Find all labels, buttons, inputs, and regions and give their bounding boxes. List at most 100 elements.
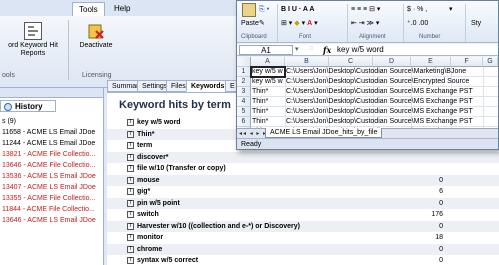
status-bar: Ready <box>237 138 498 149</box>
keyword-hit-count: 18 <box>435 234 443 241</box>
name-box-dropdown-icon[interactable]: ▾ <box>295 45 299 53</box>
keyword-row[interactable]: Tpin w/5 point 0 <box>107 197 499 209</box>
cell-file-path[interactable]: C:\Users\Jon\Desktop\Custodian Source\MS… <box>285 87 498 97</box>
column-header-b[interactable]: B <box>285 57 329 67</box>
keyword-term: key w/5 word <box>137 119 181 126</box>
number-format-buttons[interactable]: $ · % , <box>407 5 427 14</box>
deactivate-button[interactable]: Deactivate <box>72 22 120 50</box>
keyword-row[interactable]: Tmouse 0 <box>107 174 499 186</box>
formula-bar: A1 ▾ ◌ fx key w/5 word <box>237 44 498 56</box>
font-style-buttons[interactable]: B I U · A A <box>281 5 314 14</box>
keyword-term: file w/10 (Transfer or copy) <box>137 165 226 172</box>
history-item[interactable]: 11244 - ACME LS Email JDoe <box>0 138 104 149</box>
excel-window: Paste ⎘ ▾ ✎ B I U · A A ⊞ ▾ ◆ ▾ A ▾ ≡ ≡ … <box>236 0 499 150</box>
group-label-font: Font <box>299 34 312 40</box>
cell-keyword[interactable]: key w/5 w <box>251 77 285 87</box>
formula-input[interactable]: key w/5 word <box>337 45 384 55</box>
cell-file-path[interactable]: C:\Users\Jon\Desktop\Custodian Source\MS… <box>285 117 498 127</box>
row-header[interactable]: 5 <box>237 107 251 117</box>
column-header-c[interactable]: C <box>329 57 373 67</box>
row-header[interactable]: 3 <box>237 87 251 97</box>
row-header[interactable]: 1 <box>237 67 251 77</box>
keyword-term: pin w/5 point <box>137 199 180 207</box>
row-header[interactable]: 4 <box>237 97 251 107</box>
align-icons[interactable]: ≡ ≡ ≡ ⊟ ▾ <box>351 5 380 14</box>
cell-keyword[interactable]: Thin* <box>251 107 285 117</box>
keyword-term: discover* <box>137 153 169 161</box>
group-label-tools: ools <box>2 72 15 79</box>
cell-keyword[interactable]: Thin* <box>251 97 285 107</box>
history-tab[interactable]: History <box>0 100 56 112</box>
keyword-term: monitor <box>137 234 164 241</box>
keyword-hit-count: 0 <box>439 257 443 264</box>
tab-help[interactable]: Help <box>108 2 136 16</box>
history-item[interactable]: 11658 - ACME LS Email JDoe <box>0 127 104 138</box>
keyword-hit-count: 0 <box>439 245 443 253</box>
paste-button[interactable]: Paste <box>241 19 259 28</box>
row-header[interactable]: 2 <box>237 77 251 87</box>
cell-file-path[interactable]: C:\Users\Jon\Desktop\Custodian Source\MS… <box>285 97 498 107</box>
cell-keyword[interactable]: Thin* <box>251 117 285 127</box>
cell-file-path[interactable]: C:\Users\Jon\Desktop\Custodian Source\En… <box>285 77 498 87</box>
keyword-hit-reports-button[interactable]: ord Keyword Hit Reports <box>0 22 66 58</box>
keyword-term: Thin* <box>137 130 155 138</box>
row-header[interactable]: 6 <box>237 117 251 127</box>
keyword-row[interactable]: Tgig* 6 <box>107 186 499 197</box>
keyword-icon: T <box>127 176 134 184</box>
keyword-row[interactable]: T Harvester w/10 ((collection and e-*) or… <box>107 220 499 232</box>
name-box[interactable]: A1 <box>239 45 293 55</box>
format-painter-icon[interactable]: ✎ <box>259 19 265 28</box>
function-icon[interactable]: fx <box>323 45 331 55</box>
keyword-row[interactable]: Tchrome 0 <box>107 243 499 255</box>
selected-cell-a1[interactable]: key w/5 w <box>250 66 286 78</box>
history-item[interactable]: 13407 - ACME LS Email JDoe <box>0 182 104 193</box>
history-item[interactable]: 13536 - ACME LS Email JDoe <box>0 171 104 182</box>
sheet-tab[interactable]: ACME LS Email JDoe_hits_by_file <box>265 128 383 138</box>
keyword-term: Harvester w/10 ((collection and e-*) or … <box>137 222 300 230</box>
group-label-alignment: Alignment <box>359 34 386 40</box>
formula-divider-icon: ◌ <box>309 45 314 52</box>
number-dialog-icon[interactable]: ▾ <box>449 5 453 14</box>
cell-keyword[interactable]: Thin* <box>251 87 285 97</box>
history-item[interactable]: 11844 - ACME File Collectio... <box>0 204 104 215</box>
column-header-a[interactable]: A <box>251 57 285 67</box>
keyword-term: term <box>137 142 153 149</box>
keyword-row[interactable]: Tdiscover* <box>107 151 499 163</box>
keyword-row[interactable]: Tswitch 176 <box>107 209 499 220</box>
tab-tools[interactable]: Tools <box>72 2 105 16</box>
history-group[interactable]: s (9) <box>0 116 104 127</box>
keyword-term: gig* <box>137 188 151 195</box>
history-item[interactable]: 13821 - ACME File Collectio... <box>0 149 104 160</box>
cell-file-path[interactable]: C:\Users\Jon\Desktop\Custodian Source\Ma… <box>285 67 498 77</box>
keyword-hit-count: 176 <box>431 211 443 218</box>
panel-header <box>0 88 103 98</box>
cell-file-path[interactable]: C:\Users\Jon\Desktop\Custodian Source\MS… <box>285 107 498 117</box>
column-header-d[interactable]: D <box>373 57 411 67</box>
history-list: s (9) 11658 - ACME LS Email JDoe 11244 -… <box>0 116 104 226</box>
keyword-icon: T <box>127 119 134 126</box>
fill-color-icon[interactable]: ⊞ ▾ ◆ ▾ A ▾ <box>281 19 318 28</box>
keyword-icon: T <box>127 245 134 253</box>
excel-ribbon: Paste ⎘ ▾ ✎ B I U · A A ⊞ ▾ ◆ ▾ A ▾ ≡ ≡ … <box>237 1 498 43</box>
paste-icon[interactable] <box>242 3 256 17</box>
select-all-corner[interactable] <box>237 57 251 67</box>
keyword-icon: T <box>127 165 134 172</box>
keyword-icon: T <box>127 130 134 138</box>
column-header-g[interactable]: G <box>483 57 498 67</box>
copy-icon[interactable]: ⎘ ▾ <box>259 5 270 14</box>
keyword-icon: T <box>127 222 134 230</box>
keyword-row[interactable]: Tsyntax w/5 correct 0 <box>107 255 499 265</box>
keyword-row[interactable]: Tfile w/10 (Transfer or copy) <box>107 163 499 174</box>
decimal-icons[interactable]: ⁺.0 .00 <box>407 19 428 28</box>
history-item[interactable]: 13646 - ACME File Collectio... <box>0 160 104 171</box>
history-item[interactable]: 13355 - ACME File Collectio... <box>0 193 104 204</box>
ribbon-separator <box>347 4 348 42</box>
styles-button[interactable]: Sty <box>471 19 481 28</box>
history-item[interactable]: 13646 - ACME LS Email JDoe <box>0 215 104 226</box>
keyword-row[interactable]: Tmonitor 18 <box>107 232 499 243</box>
column-header-f[interactable]: F <box>451 57 483 67</box>
tab-keywords[interactable]: Keywords <box>186 80 230 92</box>
column-header-e[interactable]: E <box>411 57 451 67</box>
group-label-clipboard: Clipboard <box>241 34 267 40</box>
indent-icons[interactable]: ⇤ ⇥ ≫ ▾ <box>351 19 379 28</box>
